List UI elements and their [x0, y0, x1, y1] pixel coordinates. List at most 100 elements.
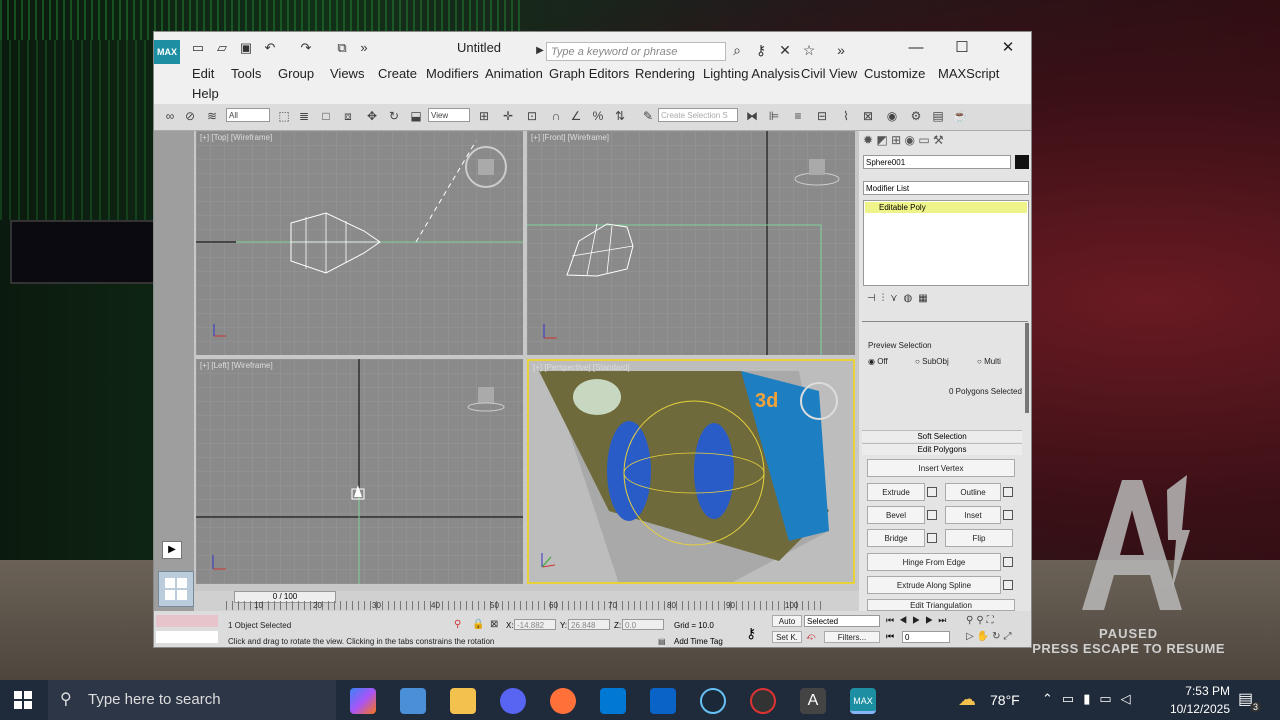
tools-icon[interactable]: ✕ — [776, 41, 794, 59]
taskbar-search[interactable]: ⚲ Type here to search — [48, 680, 336, 720]
time-slider[interactable]: 0 / 100 10 20 30 40 50 60 70 80 90 100 — [194, 591, 859, 611]
window-crossing-icon[interactable]: ⧈ — [340, 108, 356, 124]
x-field[interactable]: -14.882 — [514, 619, 556, 630]
rotate-icon[interactable]: ↻ — [386, 108, 402, 124]
maximize-viewport-icon[interactable]: ⤢ — [1004, 631, 1015, 642]
maximize-button[interactable]: ☐ — [942, 36, 982, 60]
new-file-icon[interactable]: ▭ — [190, 40, 206, 56]
menu-create[interactable]: Create — [378, 66, 417, 81]
time-tag-icon[interactable]: ▤ — [658, 637, 666, 646]
game-app-icon[interactable]: A — [800, 688, 826, 714]
zoom-extents-icon[interactable]: ⛶ — [987, 615, 997, 626]
menu-civil-view[interactable]: Civil View — [801, 66, 857, 81]
y-field[interactable]: 26.848 — [568, 619, 610, 630]
preview-subobj-radio[interactable]: ○ SubObj — [915, 357, 949, 366]
manipulate-icon[interactable]: ✛ — [500, 108, 516, 124]
tray-chevron-icon[interactable]: ⌃ — [1042, 691, 1062, 706]
outline-button[interactable]: Outline — [945, 483, 1001, 501]
key-mode-icon[interactable]: ⏮ — [886, 631, 894, 642]
select-object-icon[interactable]: ⬚ — [276, 108, 292, 124]
extrude-settings-icon[interactable] — [927, 487, 937, 497]
render-icon[interactable]: ☕ — [952, 108, 968, 124]
goto-start-icon[interactable]: ⏮ — [886, 615, 899, 625]
volume-icon[interactable]: ◁ — [1121, 691, 1140, 706]
configure-sets-icon[interactable]: ▦ — [918, 293, 933, 304]
menu-customize[interactable]: Customize — [864, 66, 925, 81]
close-button[interactable]: ✕ — [988, 36, 1028, 60]
add-time-tag[interactable]: Add Time Tag — [674, 637, 723, 646]
edit-named-sel-icon[interactable]: ✎ — [640, 108, 656, 124]
file-explorer-icon[interactable] — [450, 688, 476, 714]
menu-modifiers[interactable]: Modifiers — [426, 66, 479, 81]
outline-settings-icon[interactable] — [1003, 487, 1013, 497]
outlook-icon[interactable] — [650, 688, 676, 714]
menu-views[interactable]: Views — [330, 66, 364, 81]
bridge-settings-icon[interactable] — [927, 533, 937, 543]
viewport-label[interactable]: [+] [Perspective] [Standard] — [533, 363, 630, 372]
more-tools-icon[interactable]: » — [356, 40, 372, 56]
material-editor-icon[interactable]: ◉ — [884, 108, 900, 124]
expand-panel-icon[interactable]: ▶ — [162, 541, 182, 559]
preview-multi-radio[interactable]: ○ Multi — [977, 357, 1001, 366]
favorite-icon[interactable]: ☆ — [800, 41, 818, 59]
filters-button[interactable]: Filters... — [824, 631, 880, 643]
rendered-frame-icon[interactable]: ▤ — [930, 108, 946, 124]
lock-selection-icon[interactable]: 🔒 — [472, 619, 484, 630]
soft-selection-rollout[interactable]: Soft Selection — [862, 430, 1022, 442]
clock-time[interactable]: 7:53 PM — [1170, 684, 1230, 698]
inset-settings-icon[interactable] — [1003, 510, 1013, 520]
link-icon[interactable]: ∞ — [162, 108, 178, 124]
zoom-icon[interactable]: ⚲ — [966, 615, 976, 626]
remove-modifier-icon[interactable]: ◍ — [904, 293, 919, 304]
rect-selection-icon[interactable]: □ — [318, 108, 334, 124]
viewport-top[interactable]: [+] [Top] [Wireframe] — [196, 131, 523, 355]
pin-stack-icon[interactable]: ⊣ — [867, 293, 882, 304]
spinner-snap-icon[interactable]: ⇅ — [612, 108, 628, 124]
z-field[interactable]: 0.0 — [622, 619, 664, 630]
pan-icon[interactable]: ✋ — [977, 631, 992, 642]
ref-coord-dropdown[interactable]: View — [428, 108, 470, 122]
modify-tab-icon[interactable]: ◩ — [876, 133, 887, 147]
make-unique-icon[interactable]: ⋎ — [890, 293, 903, 304]
task-view-icon[interactable] — [400, 688, 426, 714]
menu-help[interactable]: Help — [192, 86, 219, 101]
next-frame-icon[interactable]: ▶ — [925, 615, 938, 625]
move-icon[interactable]: ✥ — [364, 108, 380, 124]
weather-icon[interactable]: ☁ — [958, 689, 976, 710]
preview-off-radio[interactable]: ◉ Off — [868, 357, 888, 366]
key-filter-icon[interactable]: ⤽ — [806, 631, 816, 642]
viewport-perspective[interactable]: 3d [+] [Perspective] [Standard] — [527, 359, 855, 584]
panel-scrollbar[interactable] — [1025, 323, 1029, 413]
select-by-name-icon[interactable]: ≣ — [296, 108, 312, 124]
weather-temp[interactable]: 78°F — [990, 692, 1020, 708]
firefox-icon[interactable] — [550, 688, 576, 714]
angle-snap-icon[interactable]: ∠ — [568, 108, 584, 124]
redo-icon[interactable]: ↷ — [298, 40, 314, 56]
app-logo-icon[interactable]: MAX — [154, 40, 180, 64]
key-icon[interactable]: ⚷ — [752, 41, 770, 59]
extrude-along-spline-button[interactable]: Extrude Along Spline — [867, 576, 1001, 594]
align-icon[interactable]: ⊫ — [766, 108, 782, 124]
play-icon[interactable]: ▶ — [912, 615, 925, 625]
viewport-layout-icon[interactable] — [158, 571, 194, 607]
pivot-icon[interactable]: ⊞ — [476, 108, 492, 124]
bevel-button[interactable]: Bevel — [867, 506, 925, 524]
modifier-list-dropdown[interactable]: Modifier List — [863, 181, 1029, 195]
snaps-icon[interactable]: ∩ — [548, 108, 564, 124]
extrude-button[interactable]: Extrude — [867, 483, 925, 501]
menu-maxscript[interactable]: MAXScript — [938, 66, 999, 81]
menu-lighting-analysis[interactable]: Lighting Analysis — [703, 66, 800, 81]
expand-icon[interactable]: » — [832, 41, 850, 59]
maxscript-listener[interactable] — [156, 615, 218, 627]
inset-button[interactable]: Inset — [945, 506, 1001, 524]
extrude-spline-settings-icon[interactable] — [1003, 580, 1013, 590]
menu-animation[interactable]: Animation — [485, 66, 543, 81]
hinge-settings-icon[interactable] — [1003, 557, 1013, 567]
current-frame-field[interactable]: 0 — [902, 631, 950, 643]
schematic-view-icon[interactable]: ⊠ — [860, 108, 876, 124]
insert-vertex-button[interactable]: Insert Vertex — [867, 459, 1015, 477]
fov-icon[interactable]: ▷ — [966, 631, 977, 642]
app-red-icon[interactable] — [750, 688, 776, 714]
mirror-icon[interactable]: ⧓ — [744, 108, 760, 124]
menu-edit[interactable]: Edit — [192, 66, 214, 81]
